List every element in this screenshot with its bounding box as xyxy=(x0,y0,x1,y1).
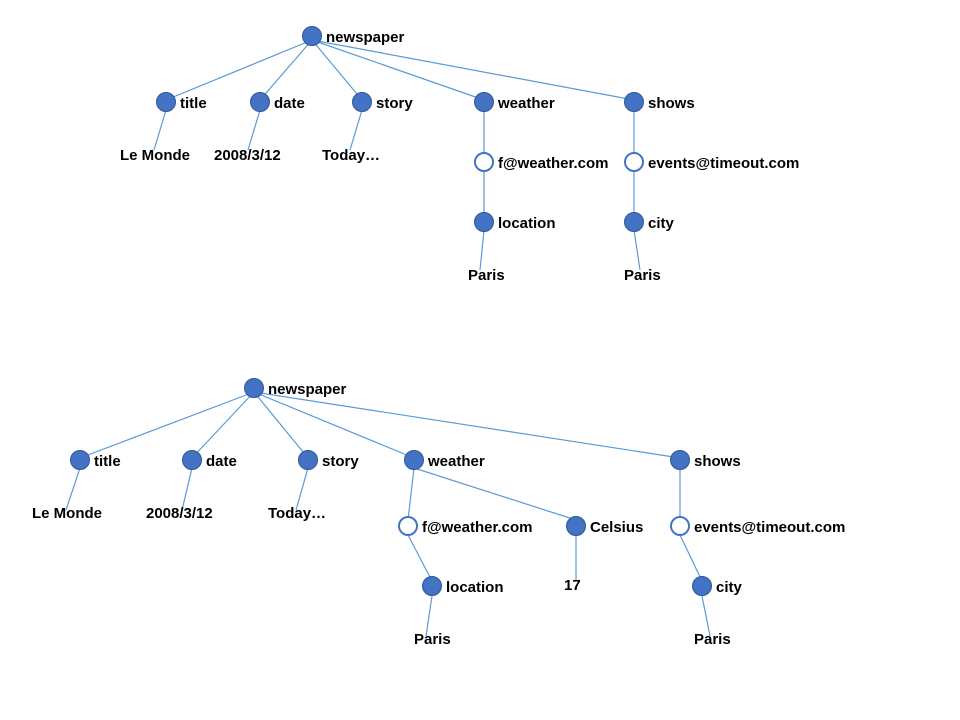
t2-shows-fn-label: events@timeout.com xyxy=(694,520,845,535)
t1-shows-label: shows xyxy=(648,96,695,111)
t2-story-label: story xyxy=(322,454,359,469)
t2-city-node xyxy=(692,576,712,596)
t1-root-label: newspaper xyxy=(326,30,404,45)
t1-shows-fn-node xyxy=(624,152,644,172)
t2-date-node xyxy=(182,450,202,470)
t2-weather-fn-label: f@weather.com xyxy=(422,520,533,535)
t1-title-label: title xyxy=(180,96,207,111)
t2-date-label: date xyxy=(206,454,237,469)
t1-story-value: Today… xyxy=(322,148,380,163)
t1-weather-node xyxy=(474,92,494,112)
t1-location-label: location xyxy=(498,216,556,231)
t2-title-value: Le Monde xyxy=(32,506,102,521)
t2-title-node xyxy=(70,450,90,470)
t2-weather-label: weather xyxy=(428,454,485,469)
t1-title-node xyxy=(156,92,176,112)
t2-story-node xyxy=(298,450,318,470)
t2-weather-node xyxy=(404,450,424,470)
t1-date-value: 2008/3/12 xyxy=(214,148,281,163)
t2-location-label: location xyxy=(446,580,504,595)
t2-shows-fn-node xyxy=(670,516,690,536)
t1-city-node xyxy=(624,212,644,232)
t2-weather-fn-node xyxy=(398,516,418,536)
t2-story-value: Today… xyxy=(268,506,326,521)
t1-location-value: Paris xyxy=(468,268,505,283)
t2-location-value: Paris xyxy=(414,632,451,647)
t2-celsius-node xyxy=(566,516,586,536)
t2-location-node xyxy=(422,576,442,596)
t1-city-value: Paris xyxy=(624,268,661,283)
t2-city-label: city xyxy=(716,580,742,595)
t2-city-value: Paris xyxy=(694,632,731,647)
t2-celsius-value: 17 xyxy=(564,578,581,593)
t2-root-label: newspaper xyxy=(268,382,346,397)
t1-story-node xyxy=(352,92,372,112)
t2-shows-label: shows xyxy=(694,454,741,469)
t2-root-node xyxy=(244,378,264,398)
t1-date-node xyxy=(250,92,270,112)
t1-root-node xyxy=(302,26,322,46)
t1-city-label: city xyxy=(648,216,674,231)
t2-date-value: 2008/3/12 xyxy=(146,506,213,521)
t1-shows-fn-label: events@timeout.com xyxy=(648,156,799,171)
t1-location-node xyxy=(474,212,494,232)
t1-date-label: date xyxy=(274,96,305,111)
t2-celsius-label: Celsius xyxy=(590,520,643,535)
t1-shows-node xyxy=(624,92,644,112)
t1-weather-fn-label: f@weather.com xyxy=(498,156,609,171)
t1-weather-fn-node xyxy=(474,152,494,172)
t2-shows-node xyxy=(670,450,690,470)
t1-weather-label: weather xyxy=(498,96,555,111)
t1-title-value: Le Monde xyxy=(120,148,190,163)
t1-story-label: story xyxy=(376,96,413,111)
t2-title-label: title xyxy=(94,454,121,469)
